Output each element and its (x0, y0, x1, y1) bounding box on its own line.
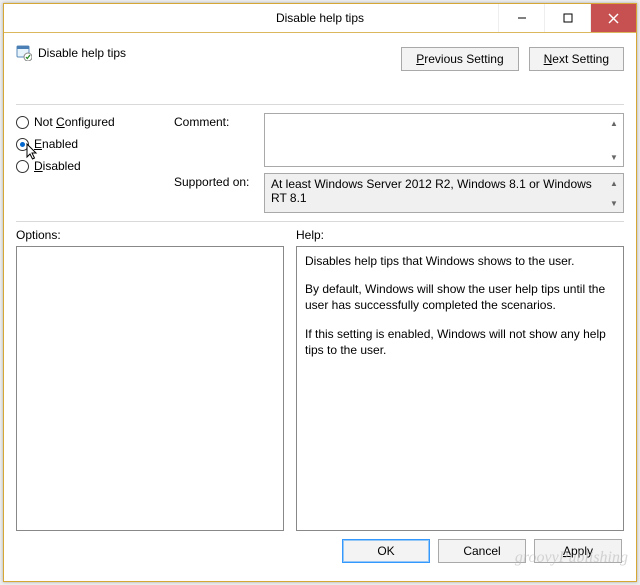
maximize-button[interactable] (544, 4, 590, 32)
titlebar[interactable]: Disable help tips (4, 4, 636, 33)
minimize-button[interactable] (498, 4, 544, 32)
help-paragraph: If this setting is enabled, Windows will… (305, 326, 615, 358)
comment-label: Comment: (174, 113, 258, 129)
policy-icon (16, 45, 32, 61)
supported-row: Supported on: At least Windows Server 20… (174, 173, 624, 213)
cancel-button[interactable]: Cancel (438, 539, 526, 563)
close-button[interactable] (590, 4, 636, 32)
ok-button[interactable]: OK (342, 539, 430, 563)
scroll-up-icon[interactable]: ▲ (606, 115, 622, 131)
header-row: Disable help tips Previous Setting Next … (16, 41, 624, 105)
apply-label: pply (571, 544, 593, 558)
state-and-fields: Not Configured Enabled Disabled (16, 113, 624, 222)
options-column: Options: (16, 228, 284, 531)
radio-input[interactable] (16, 138, 29, 151)
scroll-down-icon[interactable]: ▼ (606, 195, 622, 211)
help-paragraph: Disables help tips that Windows shows to… (305, 253, 615, 269)
comment-row: Comment: ▲ ▼ (174, 113, 624, 167)
window-controls (498, 4, 636, 32)
panels-row: Options: Help: Disables help tips that W… (16, 228, 624, 531)
help-column: Help: Disables help tips that Windows sh… (296, 228, 624, 531)
dialog-window: Disable help tips (3, 3, 637, 582)
next-label: ext Setting (552, 52, 609, 66)
options-box[interactable] (16, 246, 284, 531)
comment-input[interactable]: ▲ ▼ (264, 113, 624, 167)
fields-column: Comment: ▲ ▼ Supported on: At least Wind… (174, 113, 624, 213)
apply-button[interactable]: Apply (534, 539, 622, 563)
scroll-down-icon[interactable]: ▼ (606, 149, 622, 165)
dialog-content: Disable help tips Previous Setting Next … (4, 33, 636, 581)
radio-input[interactable] (16, 160, 29, 173)
supported-value: At least Windows Server 2012 R2, Windows… (265, 174, 623, 208)
radio-enabled[interactable]: Enabled (16, 137, 174, 151)
state-radios: Not Configured Enabled Disabled (16, 113, 174, 213)
help-label: Help: (296, 228, 624, 242)
scroll-up-icon[interactable]: ▲ (606, 175, 622, 191)
radio-label: Not Configured (34, 115, 115, 129)
help-paragraph: By default, Windows will show the user h… (305, 281, 615, 313)
previous-setting-button[interactable]: Previous Setting (401, 47, 518, 71)
supported-display: At least Windows Server 2012 R2, Windows… (264, 173, 624, 213)
policy-title-group: Disable help tips (16, 41, 126, 61)
radio-disabled[interactable]: Disabled (16, 159, 174, 173)
supported-label: Supported on: (174, 173, 258, 189)
comment-value (265, 114, 623, 120)
radio-label: Enabled (34, 137, 78, 151)
dialog-buttons: OK Cancel Apply (16, 531, 624, 571)
next-setting-button[interactable]: Next Setting (529, 47, 624, 71)
policy-title: Disable help tips (38, 46, 126, 60)
radio-input[interactable] (16, 116, 29, 129)
options-label: Options: (16, 228, 284, 242)
radio-not-configured[interactable]: Not Configured (16, 115, 174, 129)
radio-label: Disabled (34, 159, 81, 173)
help-box[interactable]: Disables help tips that Windows shows to… (296, 246, 624, 531)
nav-buttons: Previous Setting Next Setting (401, 47, 624, 71)
window-title: Disable help tips (142, 4, 498, 32)
titlebar-spacer (4, 4, 142, 32)
prev-label: revious Setting (424, 52, 503, 66)
